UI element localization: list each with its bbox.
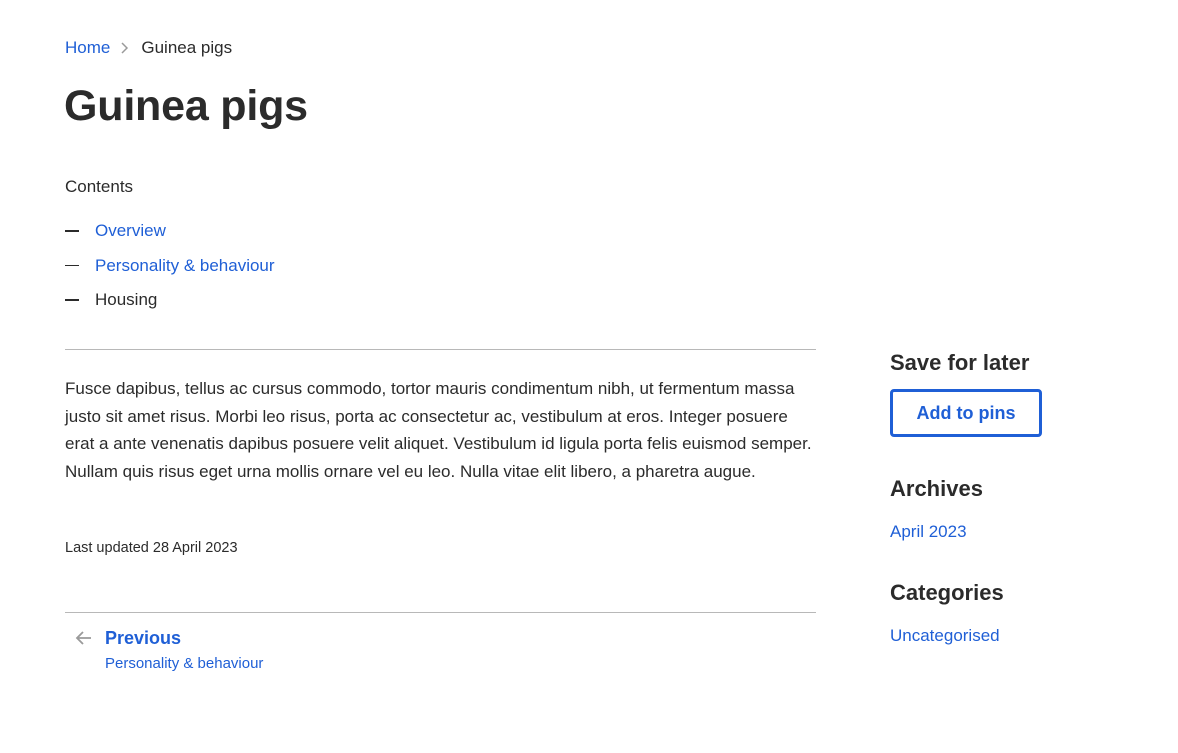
breadcrumb: Home Guinea pigs	[65, 36, 232, 60]
table-of-contents: Contents Overview Personality & behaviou…	[65, 176, 565, 323]
pagination-divider	[65, 612, 816, 613]
add-to-pins-button[interactable]: Add to pins	[890, 389, 1042, 437]
breadcrumb-current: Guinea pigs	[141, 38, 233, 57]
list-item: Personality & behaviour	[65, 254, 565, 278]
breadcrumb-home-link[interactable]: Home	[65, 38, 110, 58]
list-item: Overview	[65, 219, 565, 243]
list-item: Housing	[65, 288, 565, 312]
chevron-right-icon	[120, 42, 129, 54]
dash-icon	[65, 264, 79, 267]
save-for-later-heading: Save for later	[890, 350, 1030, 375]
categories-heading: Categories	[890, 580, 1004, 605]
previous-title: Personality & behaviour	[105, 655, 264, 672]
previous-page-link[interactable]: Previous Personality & behaviour	[74, 626, 263, 674]
category-link-uncategorised[interactable]: Uncategorised	[890, 626, 1150, 646]
previous-text: Previous Personality & behaviour	[105, 626, 263, 674]
contents-current-housing: Housing	[95, 290, 158, 309]
contents-heading: Contents	[65, 177, 134, 196]
content-divider	[65, 349, 816, 350]
contents-link-personality[interactable]: Personality & behaviour	[95, 256, 275, 276]
arrow-left-icon	[74, 628, 94, 648]
last-updated: Last updated 28 April 2023	[65, 540, 238, 556]
page-title: Guinea pigs	[64, 82, 308, 130]
contents-link-overview[interactable]: Overview	[95, 221, 166, 241]
archive-link-april-2023[interactable]: April 2023	[890, 522, 1150, 542]
dash-icon	[65, 230, 79, 232]
article-body: Fusce dapibus, tellus ac cursus commodo,…	[65, 379, 812, 481]
contents-list: Overview Personality & behaviour Housing	[65, 219, 565, 312]
sidebar: Save for later Add to pins Archives Apri…	[890, 348, 1150, 646]
dash-icon	[65, 299, 79, 301]
archives-heading: Archives	[890, 476, 983, 501]
previous-label: Previous	[105, 628, 182, 648]
